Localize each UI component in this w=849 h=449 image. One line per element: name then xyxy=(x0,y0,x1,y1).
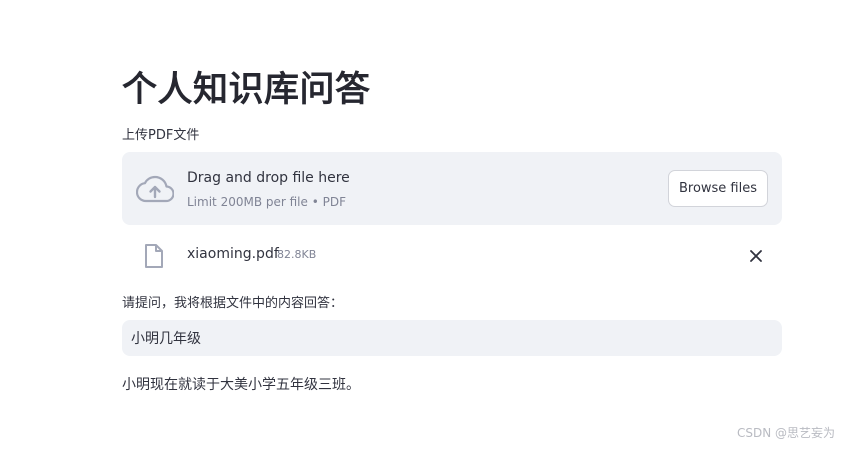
question-input[interactable] xyxy=(122,320,782,356)
app-root: 个人知识库问答 上传PDF文件 Drag and drop file here … xyxy=(0,0,849,449)
file-icon xyxy=(145,244,163,268)
uploaded-file-size: 82.8KB xyxy=(277,248,317,261)
close-icon[interactable] xyxy=(746,246,766,266)
question-label: 请提问，我将根据文件中的内容回答： xyxy=(122,296,344,311)
uploaded-file-row: xiaoming.pdf 82.8KB xyxy=(122,236,782,276)
upload-label: 上传PDF文件 xyxy=(122,128,200,143)
uploaded-file-name: xiaoming.pdf xyxy=(187,246,279,262)
page-title: 个人知识库问答 xyxy=(122,70,371,110)
browse-files-button[interactable]: Browse files xyxy=(668,170,768,207)
cloud-upload-icon xyxy=(136,175,174,203)
watermark: CSDN @思艺妄为 xyxy=(736,426,835,440)
answer-text: 小明现在就读于大美小学五年级三班。 xyxy=(122,377,360,393)
file-dropzone[interactable]: Drag and drop file here Limit 200MB per … xyxy=(122,152,782,225)
dropzone-limit: Limit 200MB per file • PDF xyxy=(187,195,346,209)
dropzone-instructions: Drag and drop file here xyxy=(187,170,350,186)
